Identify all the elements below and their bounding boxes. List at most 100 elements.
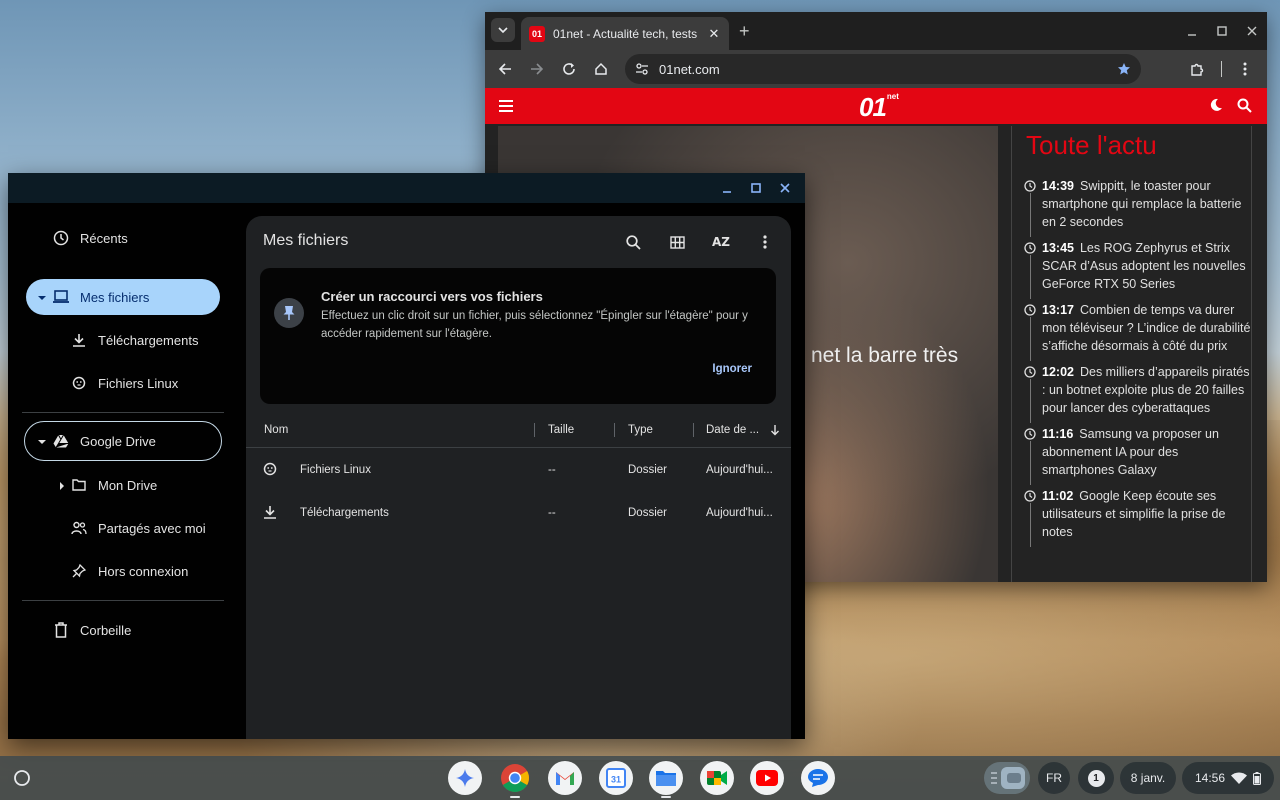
close-tab-icon[interactable]: ✕ bbox=[707, 26, 721, 42]
news-heading: Toute l'actu bbox=[1026, 130, 1157, 160]
news-item[interactable]: 13:45 Les ROG Zephyrus et Strix SCAR d’As… bbox=[1024, 239, 1251, 299]
hamburger-menu-icon[interactable] bbox=[499, 99, 513, 117]
laptop-icon bbox=[52, 288, 70, 306]
new-tab-icon[interactable]: + bbox=[739, 21, 750, 42]
browser-menu-icon[interactable] bbox=[1233, 57, 1257, 81]
sidebar-item-label: Téléchargements bbox=[98, 332, 199, 348]
bookmark-star-icon[interactable] bbox=[1117, 62, 1131, 76]
clock-icon bbox=[1024, 242, 1036, 254]
dismiss-button[interactable]: Ignorer bbox=[712, 363, 752, 375]
pin-icon bbox=[70, 562, 88, 580]
grid-view-icon[interactable] bbox=[659, 230, 695, 254]
address-bar[interactable]: 01net.com bbox=[625, 54, 1141, 84]
site-search-icon[interactable] bbox=[1237, 98, 1252, 118]
forward-icon[interactable] bbox=[525, 57, 549, 81]
news-time: 11:02 bbox=[1042, 489, 1074, 503]
news-item[interactable]: 12:02 Des milliers d’appareils piratés : … bbox=[1024, 363, 1251, 423]
sidebar-item-my-files[interactable]: Mes fichiers bbox=[26, 279, 220, 315]
sort-descending-icon[interactable] bbox=[770, 424, 780, 439]
sidebar-item-downloads[interactable]: Téléchargements bbox=[26, 322, 220, 358]
clock-icon bbox=[1024, 304, 1036, 316]
sidebar-item-trash[interactable]: Corbeille bbox=[26, 612, 220, 648]
holding-space-thumbnail[interactable] bbox=[984, 762, 1030, 794]
banner-text: Effectuez un clic droit sur un fichier, … bbox=[321, 310, 748, 340]
sidebar-item-my-drive[interactable]: Mon Drive bbox=[26, 467, 220, 503]
column-divider[interactable] bbox=[693, 423, 694, 437]
sidebar-item-offline[interactable]: Hors connexion bbox=[26, 553, 220, 589]
notification-counter[interactable]: 1 bbox=[1078, 762, 1114, 794]
browser-window-controls bbox=[1177, 12, 1267, 50]
close-window-icon[interactable] bbox=[1237, 12, 1267, 50]
penguin-icon bbox=[263, 462, 277, 479]
news-time: 11:16 bbox=[1042, 427, 1074, 441]
file-type: Dossier bbox=[628, 464, 667, 476]
site-info-icon[interactable] bbox=[635, 62, 649, 76]
minimize-icon[interactable] bbox=[1177, 12, 1207, 50]
column-size[interactable]: Taille bbox=[548, 424, 574, 436]
running-indicator bbox=[661, 796, 671, 798]
google-drive-icon bbox=[52, 432, 70, 450]
close-window-icon[interactable] bbox=[770, 173, 799, 203]
files-titlebar[interactable] bbox=[8, 173, 805, 203]
files-window-controls bbox=[712, 173, 799, 203]
gemini-app-icon[interactable] bbox=[448, 761, 482, 795]
browser-toolbar: 01net.com bbox=[485, 50, 1267, 88]
home-icon[interactable] bbox=[589, 57, 613, 81]
more-options-icon[interactable] bbox=[747, 230, 783, 254]
news-item[interactable]: 14:39 Swippitt, le toaster pour smartphon… bbox=[1024, 177, 1251, 237]
expand-arrow-icon[interactable] bbox=[58, 478, 66, 493]
table-row[interactable]: Fichiers Linux -- Dossier Aujourd'hui... bbox=[246, 450, 791, 492]
sidebar-item-label: Récents bbox=[80, 230, 128, 246]
extensions-icon[interactable] bbox=[1185, 57, 1209, 81]
expand-arrow-icon[interactable] bbox=[38, 290, 46, 305]
maximize-icon[interactable] bbox=[1207, 12, 1237, 50]
shelf: 31 FR 1 8 janv. 14:56 bbox=[0, 756, 1280, 800]
tab-title: 01net - Actualité tech, tests pro bbox=[553, 26, 699, 41]
running-indicator bbox=[510, 796, 520, 798]
date-tray[interactable]: 8 janv. bbox=[1120, 762, 1176, 794]
news-item[interactable]: 11:02 Google Keep écoute ses utilisateurs… bbox=[1024, 487, 1251, 547]
column-divider[interactable] bbox=[614, 423, 615, 437]
toolbar-separator bbox=[1221, 61, 1222, 77]
page-title: Mes fichiers bbox=[263, 232, 349, 249]
ime-language-indicator[interactable]: FR bbox=[1038, 762, 1070, 794]
column-divider[interactable] bbox=[534, 423, 535, 437]
calendar-app-icon[interactable]: 31 bbox=[599, 761, 633, 795]
column-name[interactable]: Nom bbox=[264, 424, 288, 436]
browser-tab[interactable]: 01 01net - Actualité tech, tests pro ✕ bbox=[521, 17, 729, 50]
sidebar-item-recent[interactable]: Récents bbox=[26, 220, 220, 256]
system-tray[interactable]: 14:56 bbox=[1182, 762, 1274, 794]
minimize-icon[interactable] bbox=[712, 173, 741, 203]
column-type[interactable]: Type bbox=[628, 424, 653, 436]
clock-icon bbox=[1024, 366, 1036, 378]
sort-az-button[interactable]: AZ bbox=[703, 230, 739, 254]
files-app-icon[interactable] bbox=[649, 761, 683, 798]
column-date[interactable]: Date de ... bbox=[706, 424, 759, 436]
site-header: 01net bbox=[485, 88, 1267, 124]
expand-arrow-icon[interactable] bbox=[38, 434, 46, 449]
table-row[interactable]: Téléchargements -- Dossier Aujourd'hui..… bbox=[246, 493, 791, 535]
battery-icon bbox=[1253, 771, 1262, 785]
gmail-app-icon[interactable] bbox=[548, 761, 582, 795]
clock-icon bbox=[1024, 428, 1036, 440]
sidebar-item-linux-files[interactable]: Fichiers Linux bbox=[26, 365, 220, 401]
chrome-app-icon[interactable] bbox=[498, 761, 532, 798]
meet-app-icon[interactable] bbox=[700, 761, 734, 795]
launcher-button[interactable] bbox=[8, 764, 36, 792]
hero-headline[interactable]: net la barre très bbox=[811, 344, 958, 368]
file-list-header: Nom Taille Type Date de ... bbox=[246, 412, 791, 448]
file-name: Fichiers Linux bbox=[300, 464, 371, 476]
reload-icon[interactable] bbox=[557, 57, 581, 81]
youtube-app-icon[interactable] bbox=[750, 761, 784, 795]
site-logo[interactable]: 01net bbox=[859, 92, 899, 123]
maximize-icon[interactable] bbox=[741, 173, 770, 203]
news-item[interactable]: 13:17 Combien de temps va durer mon télév… bbox=[1024, 301, 1251, 361]
search-icon[interactable] bbox=[615, 230, 651, 254]
sidebar-item-shared[interactable]: Partagés avec moi bbox=[26, 510, 220, 546]
sidebar-item-google-drive[interactable]: Google Drive bbox=[24, 421, 222, 461]
back-icon[interactable] bbox=[493, 57, 517, 81]
messages-app-icon[interactable] bbox=[801, 761, 835, 795]
tab-search-button[interactable] bbox=[491, 18, 515, 42]
news-item[interactable]: 11:16 Samsung va proposer un abonnement I… bbox=[1024, 425, 1251, 485]
dark-mode-icon[interactable] bbox=[1209, 98, 1223, 117]
